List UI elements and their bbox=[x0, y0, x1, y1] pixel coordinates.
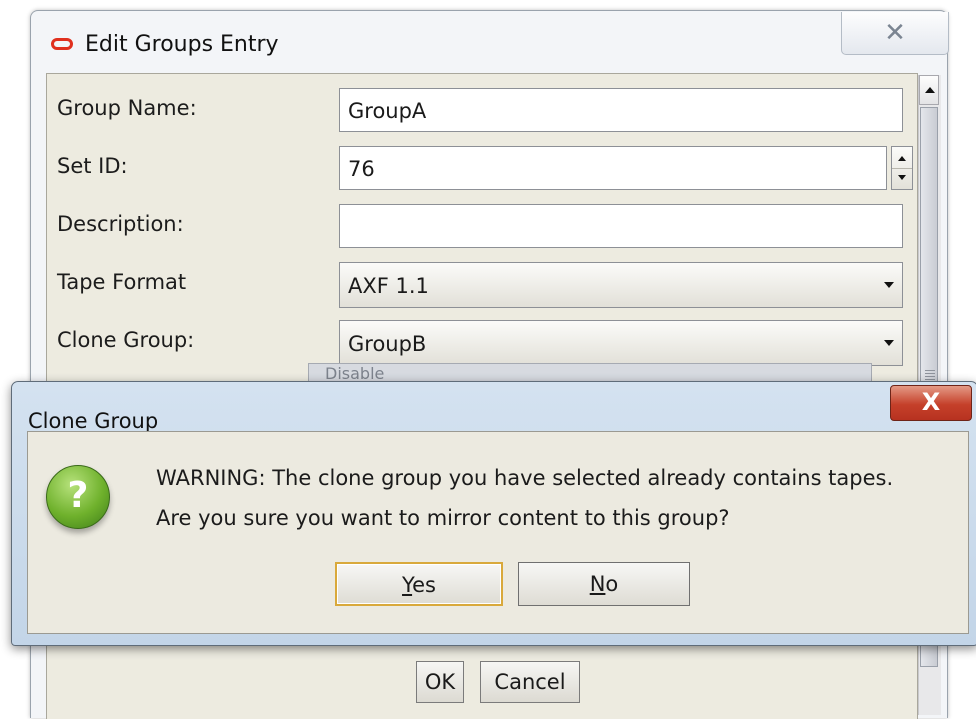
no-mnemonic: N bbox=[589, 572, 606, 596]
chevron-down-icon bbox=[884, 340, 894, 346]
clone-group-label: Clone Group: bbox=[57, 328, 195, 352]
spinner-down-icon[interactable] bbox=[898, 175, 906, 180]
set-id-spinner[interactable] bbox=[891, 146, 913, 190]
group-name-label: Group Name: bbox=[57, 96, 197, 120]
window-title: Edit Groups Entry bbox=[85, 31, 279, 57]
chevron-down-icon bbox=[884, 282, 894, 288]
oracle-logo-icon bbox=[51, 38, 73, 50]
window-close-button[interactable]: ✕ bbox=[841, 12, 949, 55]
clone-group-dialog: Clone Group X ? WARNING: The clone group… bbox=[11, 381, 976, 646]
no-label-rest: o bbox=[605, 572, 619, 596]
scroll-up-icon[interactable] bbox=[919, 75, 939, 105]
description-input[interactable] bbox=[339, 204, 903, 248]
cancel-button[interactable]: Cancel bbox=[480, 661, 580, 703]
set-id-input[interactable]: 76 bbox=[339, 146, 887, 190]
window-title-bar: Edit Groups Entry bbox=[51, 29, 279, 59]
dialog-title: Clone Group bbox=[28, 409, 159, 433]
warning-message-line1: WARNING: The clone group you have select… bbox=[156, 466, 894, 490]
yes-label-rest: es bbox=[412, 573, 436, 597]
yes-button[interactable]: Yes bbox=[335, 562, 503, 606]
description-label: Description: bbox=[57, 212, 184, 236]
dialog-body: ? WARNING: The clone group you have sele… bbox=[27, 431, 969, 634]
tape-format-value: AXF 1.1 bbox=[348, 274, 429, 298]
no-button[interactable]: No bbox=[518, 562, 690, 606]
close-icon: ✕ bbox=[884, 18, 906, 48]
question-icon: ? bbox=[46, 465, 110, 529]
dialog-close-button[interactable]: X bbox=[890, 385, 972, 421]
clone-group-select[interactable]: GroupB bbox=[339, 320, 903, 366]
yes-mnemonic: Y bbox=[402, 573, 413, 597]
set-id-label: Set ID: bbox=[57, 154, 128, 178]
spinner-up-icon[interactable] bbox=[898, 156, 906, 161]
clone-group-value: GroupB bbox=[348, 332, 427, 356]
ok-button[interactable]: OK bbox=[416, 661, 464, 703]
warning-message-line2: Are you sure you want to mirror content … bbox=[156, 506, 730, 530]
tape-format-label: Tape Format bbox=[57, 270, 187, 294]
tape-format-select[interactable]: AXF 1.1 bbox=[339, 262, 903, 308]
group-name-input[interactable]: GroupA bbox=[339, 88, 903, 132]
close-icon: X bbox=[921, 388, 941, 416]
